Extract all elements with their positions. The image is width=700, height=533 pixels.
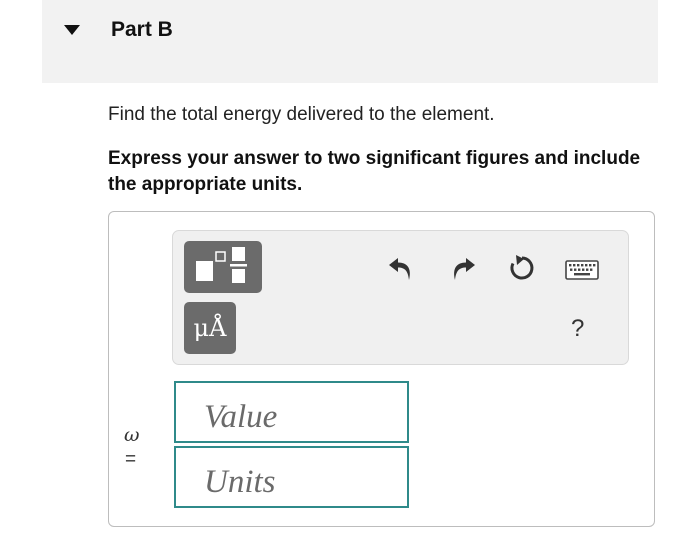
- equals-sign: =: [125, 449, 137, 470]
- keyboard-icon[interactable]: [565, 260, 599, 280]
- fraction-template-icon: [196, 247, 247, 283]
- template-button[interactable]: [184, 241, 262, 293]
- value-input[interactable]: [174, 381, 409, 443]
- collapse-caret-icon[interactable]: [64, 25, 80, 35]
- redo-icon[interactable]: [450, 254, 476, 282]
- instruction-text: Express your answer to two significant f…: [108, 148, 641, 195]
- variable-label: ω: [124, 424, 140, 446]
- undo-icon[interactable]: [388, 254, 414, 282]
- help-button[interactable]: ?: [571, 315, 584, 343]
- part-title: Part B: [111, 18, 173, 41]
- question-text: Find the total energy delivered to the e…: [108, 104, 495, 125]
- units-input[interactable]: [174, 446, 409, 508]
- reset-icon[interactable]: [508, 254, 536, 282]
- units-button[interactable]: μÅ: [184, 302, 236, 354]
